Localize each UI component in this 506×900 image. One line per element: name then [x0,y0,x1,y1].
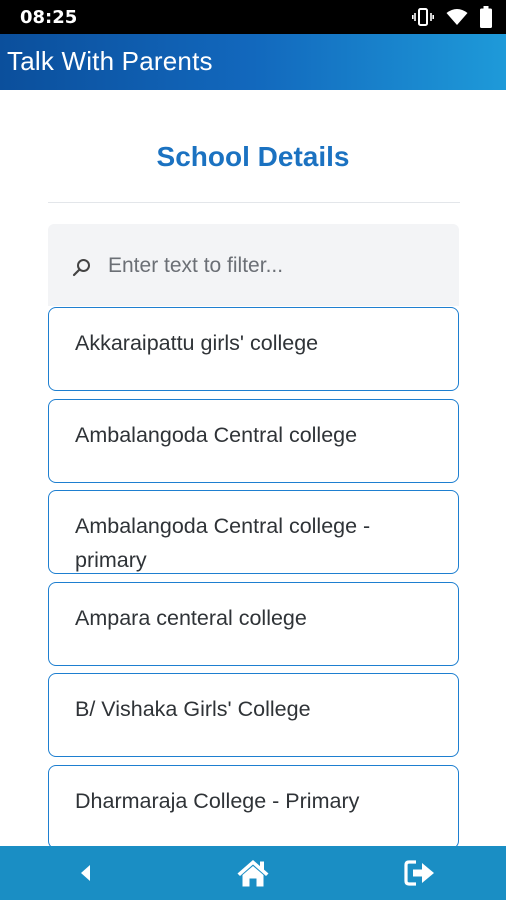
vibrate-icon [412,8,434,26]
status-bar: 08:25 [0,0,506,34]
home-icon [237,860,269,887]
wifi-icon [446,9,468,25]
app-bar: Talk With Parents [0,34,506,90]
back-icon [81,865,90,881]
back-button[interactable] [55,846,115,900]
battery-icon [480,6,492,28]
school-list-item[interactable]: Ampara centeral college [48,581,459,666]
filter-box [48,224,459,306]
logout-icon [404,860,434,886]
page-title: School Details [156,141,350,172]
bottom-nav [0,846,506,900]
divider [48,202,460,203]
search-icon [72,259,90,277]
school-list-item[interactable]: Akkaraipattu girls' college [48,307,459,391]
school-list-item[interactable]: Ambalangoda Central college - primary [48,490,459,574]
status-time: 08:25 [20,7,78,28]
school-list-item[interactable]: Dharmaraja College - Primary [48,764,459,849]
filter-input[interactable] [106,248,440,284]
home-button[interactable] [223,846,283,900]
status-icons [412,6,492,28]
app-title: Talk With Parents [7,46,213,76]
school-list-item[interactable]: Ambalangoda Central college [48,398,459,483]
logout-button[interactable] [390,846,450,900]
school-list-item[interactable]: B/ Vishaka Girls' College [48,673,459,757]
school-list: Akkaraipattu girls' college Ambalangoda … [48,307,459,856]
